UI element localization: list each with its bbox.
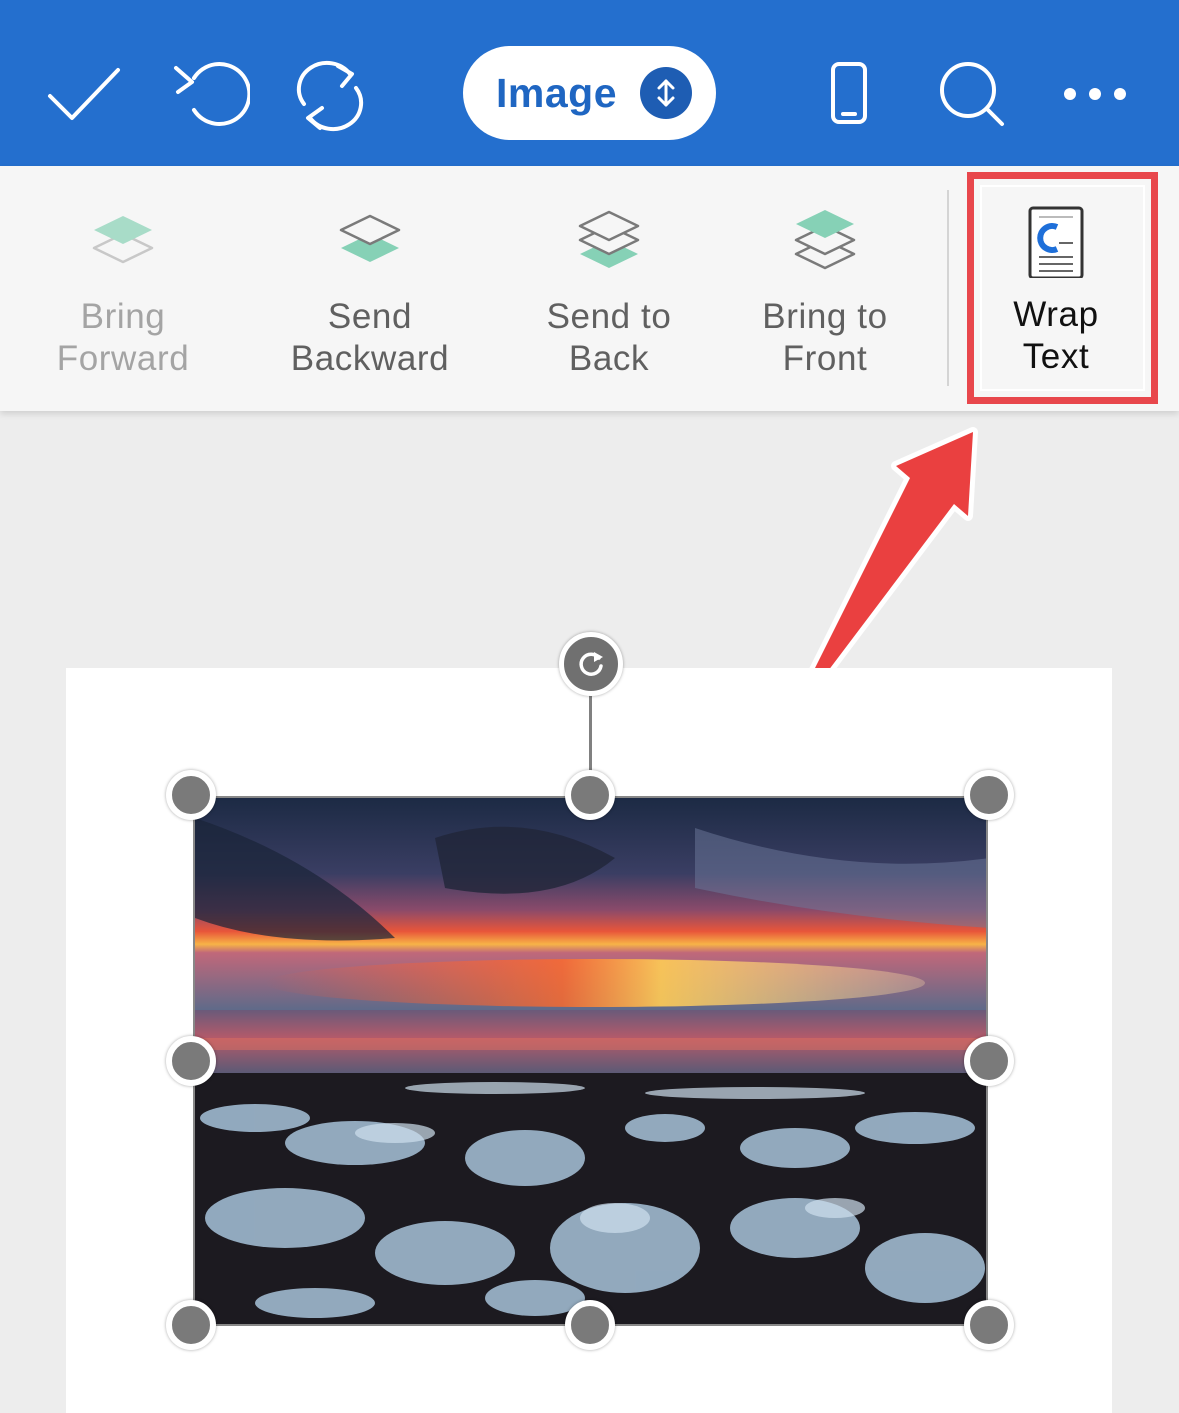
highlight-inner-border bbox=[980, 185, 1145, 391]
send-backward-label: Send Backward bbox=[290, 297, 450, 378]
expand-collapse-icon bbox=[640, 67, 692, 119]
redo-icon[interactable] bbox=[288, 52, 372, 136]
resize-handle-top[interactable] bbox=[565, 770, 615, 820]
top-toolbar: Image bbox=[0, 0, 1179, 166]
checkmark-icon[interactable] bbox=[42, 52, 126, 136]
bring-to-front-icon bbox=[794, 210, 856, 270]
mode-label: Image bbox=[496, 69, 617, 116]
mobile-view-icon[interactable] bbox=[807, 52, 891, 136]
resize-handle-bottom-left[interactable] bbox=[166, 1300, 216, 1350]
resize-handle-left[interactable] bbox=[166, 1036, 216, 1086]
resize-handle-bottom[interactable] bbox=[565, 1300, 615, 1350]
search-icon[interactable] bbox=[930, 52, 1014, 136]
send-backward-icon bbox=[339, 214, 401, 262]
bring-to-front-label: Bring to Front bbox=[762, 297, 888, 378]
resize-handle-bottom-right[interactable] bbox=[964, 1300, 1014, 1350]
send-backward-button[interactable]: Send Backward bbox=[270, 166, 470, 411]
resize-handle-right[interactable] bbox=[964, 1036, 1014, 1086]
resize-handle-top-right[interactable] bbox=[964, 770, 1014, 820]
send-to-back-button[interactable]: Send to Back bbox=[514, 166, 704, 411]
send-to-back-label: Send to Back bbox=[546, 297, 672, 378]
bring-forward-icon bbox=[92, 216, 154, 264]
bring-to-front-button[interactable]: Bring to Front bbox=[730, 166, 920, 411]
rotate-icon[interactable] bbox=[559, 632, 623, 696]
bring-forward-label: Bring Forward bbox=[56, 297, 190, 378]
undo-icon[interactable] bbox=[166, 52, 250, 136]
selected-photo[interactable] bbox=[193, 796, 988, 1326]
bring-forward-button[interactable]: Bring Forward bbox=[28, 166, 218, 411]
resize-handle-top-left[interactable] bbox=[166, 770, 216, 820]
send-to-back-icon bbox=[578, 210, 640, 268]
ribbon-divider bbox=[947, 190, 949, 386]
more-icon[interactable] bbox=[1053, 52, 1137, 136]
mode-selector-pill[interactable]: Image bbox=[463, 46, 716, 140]
